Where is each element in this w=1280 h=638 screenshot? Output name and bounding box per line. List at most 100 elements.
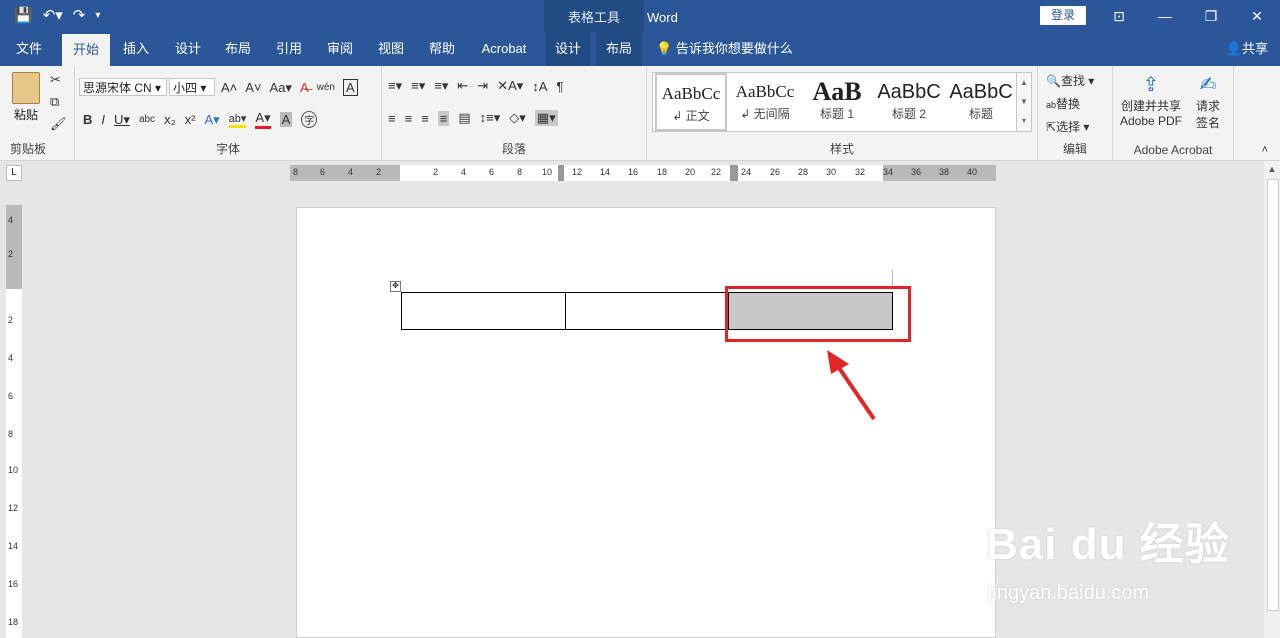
tab-layout[interactable]: 布局: [216, 32, 260, 66]
close-icon[interactable]: ✕: [1234, 0, 1280, 32]
grow-font-icon[interactable]: A˄: [221, 80, 237, 95]
login-button[interactable]: 登录: [1040, 6, 1086, 25]
clear-format-icon[interactable]: A̶: [300, 80, 309, 95]
minimize-icon[interactable]: —: [1142, 0, 1188, 32]
tab-file[interactable]: 文件: [6, 32, 52, 66]
style-title[interactable]: AaBbC 标题: [945, 73, 1017, 131]
highlight-icon[interactable]: ab▾: [228, 112, 247, 128]
table-move-handle-icon[interactable]: ✥: [390, 281, 401, 292]
styles-more-icon[interactable]: ▾: [1017, 111, 1031, 130]
underline-icon[interactable]: U▾: [114, 112, 130, 128]
numbering-icon[interactable]: ≡▾: [411, 78, 425, 94]
font-size-select[interactable]: 小四 ▾: [169, 78, 215, 96]
bullets-icon[interactable]: ≡▾: [388, 78, 402, 94]
ruler-tick: 2: [433, 167, 439, 177]
styles-scroll-up-icon[interactable]: ▲: [1017, 73, 1031, 92]
editing-group: 🔍查找 ▾ ab替换 ⇱选择 ▾ 编辑: [1038, 66, 1113, 160]
document-page[interactable]: ✥: [296, 207, 996, 638]
enclose-char-icon[interactable]: 字: [301, 111, 318, 128]
select-button[interactable]: ⇱选择 ▾: [1046, 118, 1089, 135]
char-border-icon[interactable]: A: [343, 79, 358, 96]
superscript-icon[interactable]: x²: [185, 112, 196, 127]
create-pdf-label2: Adobe PDF: [1119, 114, 1183, 128]
ruler-tick: 12: [8, 503, 19, 513]
multilevel-list-icon[interactable]: ≡▾: [434, 78, 448, 94]
vertical-ruler[interactable]: 4 2 2 4 6 8 10 12 14 16 18: [6, 205, 22, 638]
text-effects-icon[interactable]: A▾: [204, 112, 219, 128]
shading-icon[interactable]: ◇▾: [509, 110, 526, 126]
table-cell[interactable]: [401, 292, 566, 330]
scroll-thumb[interactable]: [1267, 179, 1279, 611]
ribbon-display-icon[interactable]: ⊡: [1096, 0, 1142, 32]
collapse-ribbon-icon[interactable]: ˄: [1262, 144, 1268, 156]
format-painter-icon[interactable]: 🖌: [50, 116, 67, 132]
ruler-tick: 8: [8, 429, 14, 439]
horizontal-ruler[interactable]: 8 6 4 2 2 4 6 8 10 12 14 16 18 20 22 24 …: [290, 165, 996, 181]
style-preview: AaBbC: [877, 81, 941, 103]
bold-icon[interactable]: B: [83, 112, 92, 127]
tab-home[interactable]: 开始: [62, 34, 110, 66]
tab-insert[interactable]: 插入: [114, 32, 158, 66]
sort-icon[interactable]: ↕A: [532, 79, 547, 94]
paste-label: 粘贴: [13, 108, 38, 122]
style-heading-1[interactable]: AaB 标题 1: [801, 73, 873, 131]
create-pdf-button[interactable]: ⇪ 创建并共享 Adobe PDF: [1119, 72, 1183, 128]
ruler-tick: 26: [770, 167, 781, 177]
request-signature-button[interactable]: ✍ 请求 签名: [1187, 72, 1229, 131]
table-tools-context: 表格工具: [544, 0, 644, 32]
increase-indent-icon[interactable]: ⇥: [477, 78, 488, 94]
strikethrough-icon[interactable]: abc: [139, 114, 155, 125]
ruler-tick: 10: [542, 167, 553, 177]
paste-button[interactable]: 粘贴: [6, 72, 46, 123]
change-case-icon[interactable]: Aa▾: [270, 80, 292, 96]
table-tools-label: 表格工具: [567, 10, 620, 25]
ruler-tick: 8: [517, 167, 523, 177]
chinese-layout-icon[interactable]: ✕A▾: [497, 78, 523, 94]
phonetic-guide-icon[interactable]: wén: [317, 82, 335, 93]
styles-scroll: ▲ ▼ ▾: [1016, 73, 1031, 131]
font-name-select[interactable]: 思源宋体 CN ▾: [79, 78, 167, 96]
decrease-indent-icon[interactable]: ⇤: [457, 78, 468, 94]
tab-review[interactable]: 审阅: [318, 32, 362, 66]
ribbon: 粘贴 ✂ ⧉ 🖌 剪贴板 思源宋体 CN ▾ 小四 ▾ A˄ A˅ Aa▾ A̶…: [0, 66, 1280, 161]
tab-acrobat[interactable]: Acrobat: [472, 32, 536, 66]
show-marks-icon[interactable]: ¶: [556, 79, 563, 94]
tell-me-text: 告诉我你想要做什么: [675, 41, 793, 56]
subscript-icon[interactable]: x₂: [164, 112, 176, 127]
align-center-icon[interactable]: ≡: [405, 111, 413, 126]
find-button[interactable]: 🔍查找 ▾: [1046, 72, 1094, 89]
vertical-scrollbar[interactable]: ▲: [1264, 161, 1280, 638]
style-normal[interactable]: AaBbCc ↲ 正文: [655, 73, 727, 131]
shrink-font-icon[interactable]: A˅: [245, 80, 261, 95]
tab-table-design[interactable]: 设计: [546, 32, 590, 66]
copy-icon[interactable]: ⧉: [50, 94, 59, 110]
tab-help[interactable]: 帮助: [420, 32, 464, 66]
replace-button[interactable]: ab替换: [1046, 95, 1080, 112]
share-button[interactable]: 👤共享: [1226, 32, 1268, 66]
tab-table-layout[interactable]: 布局: [596, 32, 642, 66]
italic-icon[interactable]: I: [101, 112, 105, 127]
tab-view[interactable]: 视图: [369, 32, 413, 66]
tab-selector[interactable]: L: [6, 165, 22, 181]
line-spacing-icon[interactable]: ↕≡▾: [480, 110, 501, 126]
restore-icon[interactable]: ❐: [1188, 0, 1234, 32]
style-name: 标题: [968, 107, 993, 121]
justify-icon[interactable]: ≡: [437, 110, 450, 126]
distributed-icon[interactable]: ▤: [458, 110, 470, 126]
clipboard-label: 剪贴板: [10, 142, 47, 156]
char-shading-icon[interactable]: A: [279, 112, 293, 127]
cut-icon[interactable]: ✂: [50, 72, 61, 88]
tab-design[interactable]: 设计: [166, 32, 210, 66]
style-heading-2[interactable]: AaBbC 标题 2: [873, 73, 945, 131]
align-left-icon[interactable]: ≡: [388, 111, 396, 126]
ruler-tick: 18: [8, 617, 19, 627]
table-cell[interactable]: [565, 292, 729, 330]
style-no-spacing[interactable]: AaBbCc ↲ 无间隔: [729, 73, 801, 131]
tab-references[interactable]: 引用: [267, 32, 311, 66]
styles-scroll-down-icon[interactable]: ▼: [1017, 92, 1031, 111]
font-color-icon[interactable]: A▾: [255, 110, 271, 129]
scroll-up-icon[interactable]: ▲: [1264, 161, 1280, 177]
align-right-icon[interactable]: ≡: [421, 111, 429, 126]
tell-me-search[interactable]: 💡 告诉我你想要做什么: [656, 32, 793, 66]
borders-icon[interactable]: ▦▾: [534, 110, 558, 126]
